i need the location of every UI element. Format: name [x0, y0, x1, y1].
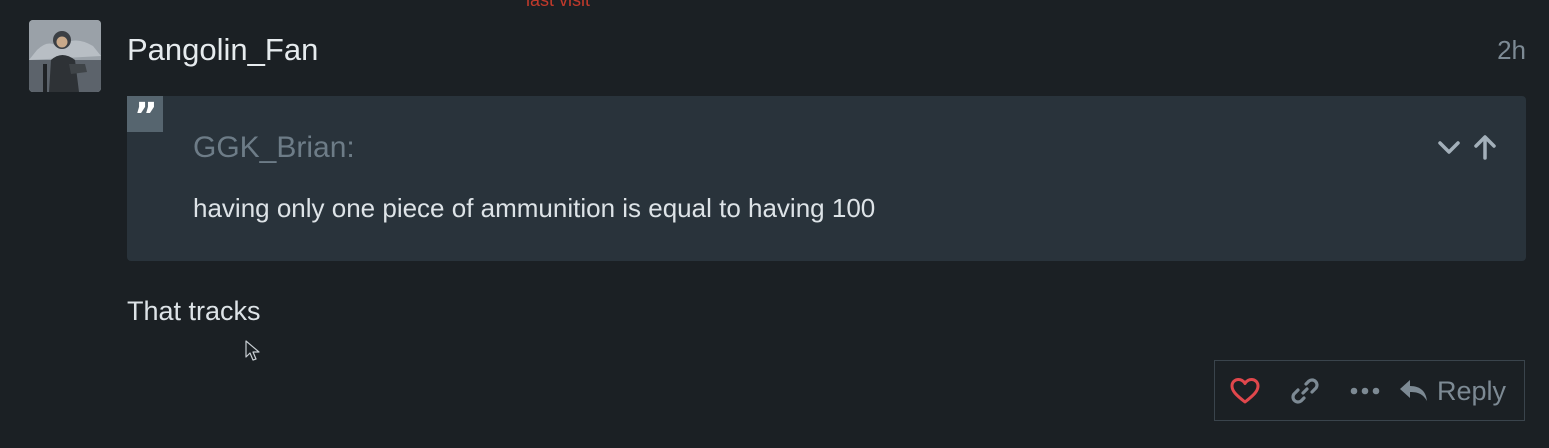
post-date[interactable]: 2h [1497, 34, 1526, 66]
quote-controls [1436, 134, 1498, 160]
chevron-down-icon[interactable] [1436, 134, 1462, 160]
quote-author[interactable]: GGK_Brian: [193, 130, 355, 166]
reply-label: Reply [1437, 375, 1507, 406]
post-username[interactable]: Pangolin_Fan [127, 31, 318, 69]
like-button[interactable] [1215, 361, 1275, 420]
quote-text: having only one piece of ammunition is e… [193, 193, 876, 223]
post-actions: Reply [1214, 360, 1525, 421]
quote-block: ” GGK_Brian: having only one piece of am… [127, 96, 1526, 261]
arrow-up-icon[interactable] [1472, 134, 1498, 160]
avatar-image [29, 20, 101, 92]
post-body: That tracks [127, 296, 261, 326]
link-icon [1291, 377, 1319, 404]
ellipsis-icon [1350, 387, 1380, 394]
last-visit-divider-label: last visit [526, 0, 591, 10]
mouse-cursor-icon [245, 340, 261, 367]
svg-text:”: ” [134, 96, 158, 132]
reply-button[interactable]: Reply [1395, 361, 1524, 420]
heart-icon [1230, 377, 1260, 403]
reply-icon [1400, 379, 1427, 401]
quote-icon: ” [127, 96, 163, 137]
more-actions-button[interactable] [1335, 361, 1395, 420]
share-link-button[interactable] [1275, 361, 1335, 420]
user-avatar[interactable] [29, 20, 101, 92]
